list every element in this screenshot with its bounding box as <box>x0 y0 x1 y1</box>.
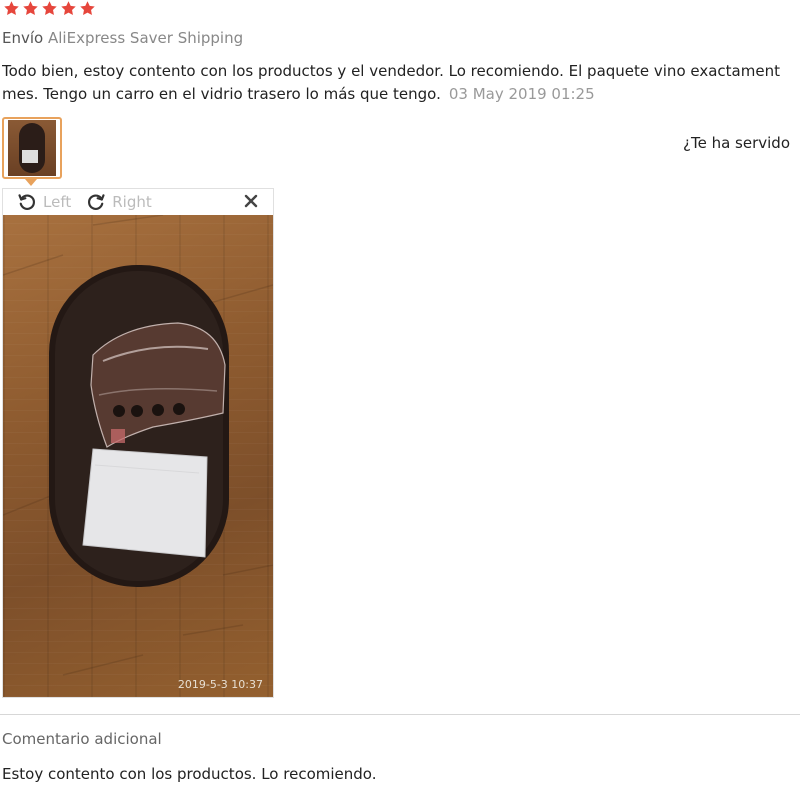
rotate-right-button[interactable]: Right <box>86 192 152 212</box>
review-text: Todo bien, estoy contento con los produc… <box>2 60 800 106</box>
star-rating <box>3 0 96 20</box>
star-icon <box>79 0 96 17</box>
thumbnail-selected-caret <box>25 179 37 186</box>
close-viewer-button[interactable] <box>243 193 259 209</box>
review-text-line-2-content: mes. Tengo un carro en el vidrio trasero… <box>2 85 441 103</box>
shipping-method: AliExpress Saver Shipping <box>48 29 244 47</box>
rotate-left-button[interactable]: Left <box>17 192 71 212</box>
close-icon <box>243 193 259 209</box>
thumbnail-image <box>8 120 56 176</box>
photo-viewer-toolbar: Left Right <box>3 189 273 215</box>
star-icon <box>60 0 77 17</box>
shipping-label: Envío <box>2 29 44 47</box>
review-photo-thumbnail[interactable] <box>2 117 62 179</box>
additional-comment-title: Comentario adicional <box>2 730 162 748</box>
review-text-line-2: mes. Tengo un carro en el vidrio trasero… <box>2 83 800 106</box>
star-icon <box>22 0 39 17</box>
helpful-prompt: ¿Te ha servido <box>683 134 790 152</box>
rotate-right-icon <box>86 192 106 212</box>
photo-viewer: Left Right 2019-5-3 10:37 <box>2 188 274 698</box>
additional-comment-text: Estoy contento con los productos. Lo rec… <box>2 765 377 783</box>
review-text-line-1: Todo bien, estoy contento con los produc… <box>2 62 780 80</box>
photo-timestamp: 2019-5-3 10:37 <box>177 678 263 691</box>
review-page: Envío AliExpress Saver Shipping Todo bie… <box>0 0 800 800</box>
star-icon <box>41 0 58 17</box>
rotate-left-icon <box>17 192 37 212</box>
review-photo: 2019-5-3 10:37 <box>3 215 273 697</box>
section-divider <box>0 714 800 715</box>
review-photo-illustration <box>3 215 273 676</box>
rotate-right-label: Right <box>112 193 152 211</box>
review-date: 03 May 2019 01:25 <box>448 85 595 103</box>
star-icon <box>3 0 20 17</box>
rotate-left-label: Left <box>43 193 72 211</box>
shipping-info: Envío AliExpress Saver Shipping <box>2 29 243 47</box>
